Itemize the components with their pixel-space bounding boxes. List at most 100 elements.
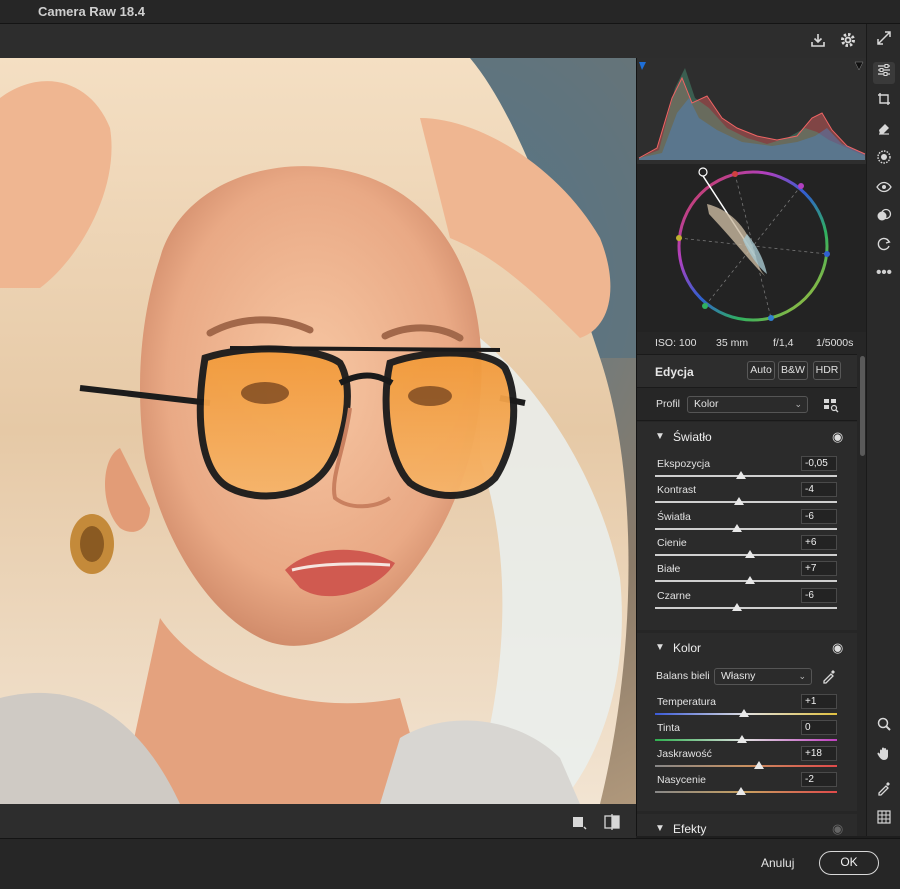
slider-label: Białe	[657, 563, 681, 576]
more-icon[interactable]: •••	[873, 262, 895, 284]
slider-label: Światła	[657, 510, 691, 523]
slider-light-0[interactable]: Ekspozycja -0,05	[655, 456, 837, 484]
visibility-eye-icon[interactable]: ◉	[832, 640, 843, 656]
scrollbar-thumb[interactable]	[860, 356, 865, 456]
slider-thumb[interactable]	[735, 471, 746, 479]
slider-value-input[interactable]: +7	[801, 561, 837, 577]
hand-icon[interactable]	[873, 745, 895, 767]
slider-thumb[interactable]	[753, 761, 764, 769]
exif-focal: 35 mm	[716, 337, 749, 349]
highlight-clip-icon	[854, 61, 864, 71]
slider-color-0[interactable]: Temperatura +1	[655, 694, 837, 722]
grid-icon[interactable]	[873, 809, 895, 831]
histogram	[637, 58, 866, 164]
top-toolbar	[0, 24, 866, 58]
effects-section: ▼ Efekty ◉	[637, 814, 857, 836]
white-balance-select[interactable]: Własny ⌄	[714, 668, 812, 685]
mask-icon[interactable]	[873, 149, 895, 171]
slider-value-input[interactable]: -6	[801, 587, 837, 603]
color-sampler-icon[interactable]	[873, 780, 895, 802]
light-section-title: Światło	[673, 430, 712, 444]
slider-light-2[interactable]: Światła -6	[655, 508, 837, 537]
light-section-header[interactable]: ▼ Światło ◉	[637, 422, 857, 452]
title-bar: Camera Raw 18.4	[0, 0, 900, 24]
save-icon[interactable]	[808, 31, 828, 51]
cancel-button[interactable]: Anuluj	[761, 856, 794, 870]
view-mode-icon[interactable]	[571, 814, 587, 835]
exif-shutter: 1/5000s	[816, 337, 854, 349]
auto-button[interactable]: Auto	[747, 361, 775, 380]
slider-track[interactable]	[655, 606, 837, 609]
slider-value-input[interactable]: -6	[801, 508, 837, 524]
white-balance-value: Własny	[721, 670, 756, 682]
slider-label: Nasycenie	[657, 774, 707, 786]
profile-select[interactable]: Kolor ⌄	[687, 396, 808, 413]
slider-thumb[interactable]	[744, 576, 755, 585]
color-section-header[interactable]: ▼ Kolor ◉	[637, 633, 857, 663]
snapshot-icon[interactable]	[873, 236, 895, 258]
bw-button[interactable]: B&W	[778, 361, 808, 380]
slider-label: Temperatura	[657, 696, 716, 708]
slider-thumb[interactable]	[737, 735, 748, 743]
slider-thumb[interactable]	[739, 709, 750, 717]
effects-section-header[interactable]: ▼ Efekty ◉	[637, 814, 857, 836]
slider-color-3[interactable]: Nasycenie -2	[655, 772, 837, 800]
slider-light-5[interactable]: Czarne -6	[655, 587, 837, 616]
panel-scrollbar[interactable]	[857, 354, 866, 836]
slider-thumb[interactable]	[735, 787, 746, 795]
photo-canvas[interactable]	[0, 58, 636, 804]
edit-sliders-icon[interactable]	[873, 62, 895, 84]
profile-browser-icon[interactable]	[823, 397, 839, 418]
slider-value-input[interactable]: -0,05	[801, 456, 837, 471]
slider-thumb[interactable]	[744, 549, 755, 558]
eyedropper-icon[interactable]	[821, 668, 837, 689]
slider-label: Czarne	[657, 589, 691, 602]
red-eye-icon[interactable]	[873, 178, 895, 200]
slider-track[interactable]	[655, 501, 837, 504]
tool-rail: •••	[866, 24, 900, 836]
slider-value-input[interactable]: +18	[801, 746, 837, 761]
slider-value-input[interactable]: +6	[801, 534, 837, 550]
gear-icon[interactable]	[838, 31, 858, 51]
shadow-clip-icon	[639, 62, 646, 70]
slider-value-input[interactable]: 0	[801, 720, 837, 735]
chevron-down-icon: ⌄	[798, 671, 806, 681]
zoom-icon[interactable]	[873, 716, 895, 738]
slider-light-1[interactable]: Kontrast -4	[655, 482, 837, 510]
slider-color-2[interactable]: Jaskrawość +18	[655, 746, 837, 774]
slider-color-1[interactable]: Tinta 0	[655, 720, 837, 748]
hdr-button[interactable]: HDR	[813, 361, 841, 380]
color-section-title: Kolor	[673, 641, 702, 655]
slider-label: Ekspozycja	[657, 458, 711, 470]
slider-light-3[interactable]: Cienie +6	[655, 534, 837, 563]
slider-track[interactable]	[655, 765, 837, 767]
window-title: Camera Raw 18.4	[38, 4, 145, 19]
crop-icon[interactable]	[873, 91, 895, 113]
slider-thumb[interactable]	[731, 602, 742, 611]
visibility-eye-icon[interactable]: ◉	[832, 429, 843, 445]
slider-track[interactable]	[655, 475, 837, 477]
effects-section-title: Efekty	[673, 822, 707, 836]
profile-value: Kolor	[694, 398, 719, 410]
eraser-icon[interactable]	[873, 120, 895, 142]
presets-icon[interactable]	[873, 207, 895, 229]
ok-button[interactable]: OK	[819, 851, 879, 875]
slider-value-input[interactable]: -4	[801, 482, 837, 498]
slider-label: Kontrast	[657, 484, 697, 497]
chevron-down-icon: ▼	[655, 642, 665, 653]
slider-value-input[interactable]: -2	[801, 772, 837, 787]
slider-track[interactable]	[655, 791, 837, 793]
edit-header: Edycja Auto B&W HDR	[637, 354, 857, 388]
slider-track[interactable]	[655, 527, 837, 530]
before-after-icon[interactable]	[603, 814, 621, 835]
slider-thumb[interactable]	[733, 497, 744, 506]
slider-light-4[interactable]: Białe +7	[655, 561, 837, 589]
slider-value-input[interactable]: +1	[801, 694, 837, 709]
skin-tone-icon	[698, 167, 708, 177]
slider-thumb[interactable]	[731, 523, 742, 532]
fullscreen-icon[interactable]	[873, 30, 895, 52]
slider-label: Cienie	[657, 536, 687, 549]
light-section: ▼ Światło ◉ Ekspozycja -0,05 Kontrast -4 Świ…	[637, 422, 857, 630]
white-balance-label: Balans bieli	[656, 670, 710, 682]
visibility-eye-icon[interactable]: ◉	[832, 821, 843, 836]
